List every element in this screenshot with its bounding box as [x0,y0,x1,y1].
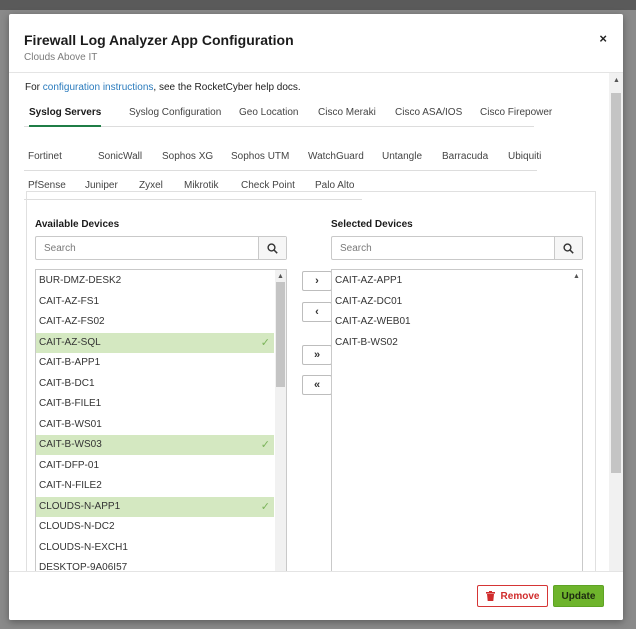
tab-fortinet[interactable]: Fortinet [28,146,62,170]
tab-sonicwall[interactable]: SonicWall [98,146,142,170]
tabs-row-2: Fortinet SonicWall Sophos XG Sophos UTM … [24,146,541,171]
check-icon: ✓ [260,336,270,349]
update-button[interactable]: Update [553,585,604,607]
available-device-item[interactable]: CAIT-B-APP1 [36,353,274,373]
tab-ubiquiti[interactable]: Ubiquiti [508,146,541,170]
device-name: BUR-DMZ-DESK2 [39,275,122,286]
search-icon [267,242,278,254]
move-right-button[interactable]: › [302,271,332,291]
selected-search-input[interactable] [332,237,554,259]
trash-icon [485,591,495,601]
available-device-item[interactable]: CAIT-B-DC1 [36,374,274,394]
check-icon: ✓ [260,500,270,513]
remove-button[interactable]: Remove [477,585,548,607]
device-name: CAIT-B-APP1 [39,357,101,368]
available-device-item[interactable]: CLOUDS-N-EXCH1 [36,538,274,558]
tab-cisco-meraki[interactable]: Cisco Meraki [318,102,376,126]
available-device-item[interactable]: CAIT-B-WS03 ✓ [36,435,274,455]
selected-device-item[interactable]: CAIT-AZ-WEB01 [332,312,570,332]
selected-list-scrollbar[interactable]: ▲ [571,270,582,571]
scroll-up-arrow-icon[interactable]: ▲ [611,75,622,86]
config-instructions-link[interactable]: configuration instructions [43,82,154,93]
device-name: CLOUDS-N-EXCH1 [39,541,128,553]
selected-search-box [331,236,583,260]
available-device-item[interactable]: DESKTOP-9A06I57 [36,558,274,571]
selected-devices-list[interactable]: CAIT-B-WS02 CAIT-AZ-WEB01 CAIT-AZ-DC01 CAIT… [331,269,583,571]
move-all-left-button[interactable]: « [302,375,332,395]
tab-cisco-asa-ios[interactable]: Cisco ASA/IOS [395,102,462,126]
modal-body: For configuration instructions, see the … [9,73,609,571]
tab-geo-location[interactable]: Geo Location [239,102,299,126]
available-search-input[interactable] [36,237,258,259]
device-name: CLOUDS-N-DC2 [39,521,115,532]
tab-sophos-xg[interactable]: Sophos XG [162,146,213,170]
available-device-item[interactable]: CAIT-B-WS01 [36,415,274,435]
modal-scrollbar[interactable]: ▲ [609,73,623,571]
available-list-scrollbar[interactable]: ▲ [275,270,286,571]
device-name: CAIT-B-DC1 [39,377,95,389]
available-device-item[interactable]: CAIT-AZ-FS1 [36,292,274,312]
available-device-item[interactable]: CAIT-B-FILE1 [36,394,274,414]
available-scroll-thumb[interactable] [276,282,285,387]
selected-search-button[interactable] [554,237,582,259]
tab-syslog-configuration[interactable]: Syslog Configuration [129,102,221,126]
available-device-item[interactable]: CLOUDS-N-DC2 [36,517,274,537]
available-device-item[interactable]: CLOUDS-N-APP1 ✓ [36,496,274,517]
search-icon [563,242,574,254]
device-name: CAIT-AZ-FS02 [39,316,105,327]
move-all-right-button[interactable]: » [302,345,332,365]
available-device-item[interactable]: CAIT-AZ-FS02 [36,312,274,332]
selected-device-item[interactable]: CAIT-B-WS02 [332,333,570,353]
available-device-item[interactable]: CAIT-DFP-01 [36,456,274,476]
device-name: CAIT-B-WS01 [39,418,102,430]
device-name: CAIT-AZ-SQL [39,336,101,348]
available-search-button[interactable] [258,237,286,259]
tab-barracuda[interactable]: Barracuda [442,146,488,170]
tabs-row-1: Syslog Servers Syslog Configuration Geo … [24,102,552,127]
modal-subtitle: Clouds Above IT [24,52,98,63]
modal-title: Firewall Log Analyzer App Configuration [24,32,294,48]
device-name: CAIT-B-WS03 [39,439,102,450]
modal-header: Firewall Log Analyzer App Configuration … [9,14,623,73]
device-name: CAIT-AZ-FS1 [39,295,100,307]
available-device-item[interactable]: BUR-DMZ-DESK2 [36,271,274,291]
available-devices-list[interactable]: DESKTOP-9A06I57 CLOUDS-N-EXCH1 CLOUDS-N-DC… [35,269,287,571]
modal-footer: Remove Update [9,571,623,620]
check-icon: ✓ [260,439,270,451]
help-suffix: , see the RocketCyber help docs. [153,82,301,93]
device-name: CAIT-DFP-01 [39,459,100,471]
tab-sophos-utm[interactable]: Sophos UTM [231,146,289,170]
tab-untangle[interactable]: Untangle [382,146,422,170]
available-device-item[interactable]: CAIT-N-FILE2 [36,476,274,496]
help-prefix: For [25,82,43,93]
tab-watchguard[interactable]: WatchGuard [308,146,364,170]
available-search-box [35,236,287,260]
device-name: CAIT-B-FILE1 [39,398,102,409]
remove-button-label: Remove [500,590,540,602]
help-text: For configuration instructions, see the … [25,82,301,93]
available-device-item[interactable]: CAIT-AZ-SQL ✓ [36,332,274,353]
selected-device-item[interactable]: CAIT-AZ-APP1 [332,271,570,291]
tab-cisco-firepower[interactable]: Cisco Firepower [480,102,552,126]
selected-devices-title: Selected Devices [331,219,413,230]
close-button[interactable]: × [599,31,607,46]
device-name: CLOUDS-N-APP1 [39,500,121,512]
available-devices-title: Available Devices [35,219,120,230]
modal-scroll-thumb[interactable] [611,93,621,473]
page-backdrop [0,0,636,10]
tab-syslog-servers[interactable]: Syslog Servers [29,102,102,127]
move-left-button[interactable]: ‹ [302,302,332,322]
device-name: CAIT-N-FILE2 [39,480,102,491]
scroll-up-arrow-icon[interactable]: ▲ [571,271,582,282]
scroll-up-arrow-icon[interactable]: ▲ [275,271,286,282]
active-tab-underline [29,125,102,127]
device-name: DESKTOP-9A06I57 [39,562,128,571]
selected-device-item[interactable]: CAIT-AZ-DC01 [332,292,570,312]
config-modal: Firewall Log Analyzer App Configuration … [9,14,623,620]
